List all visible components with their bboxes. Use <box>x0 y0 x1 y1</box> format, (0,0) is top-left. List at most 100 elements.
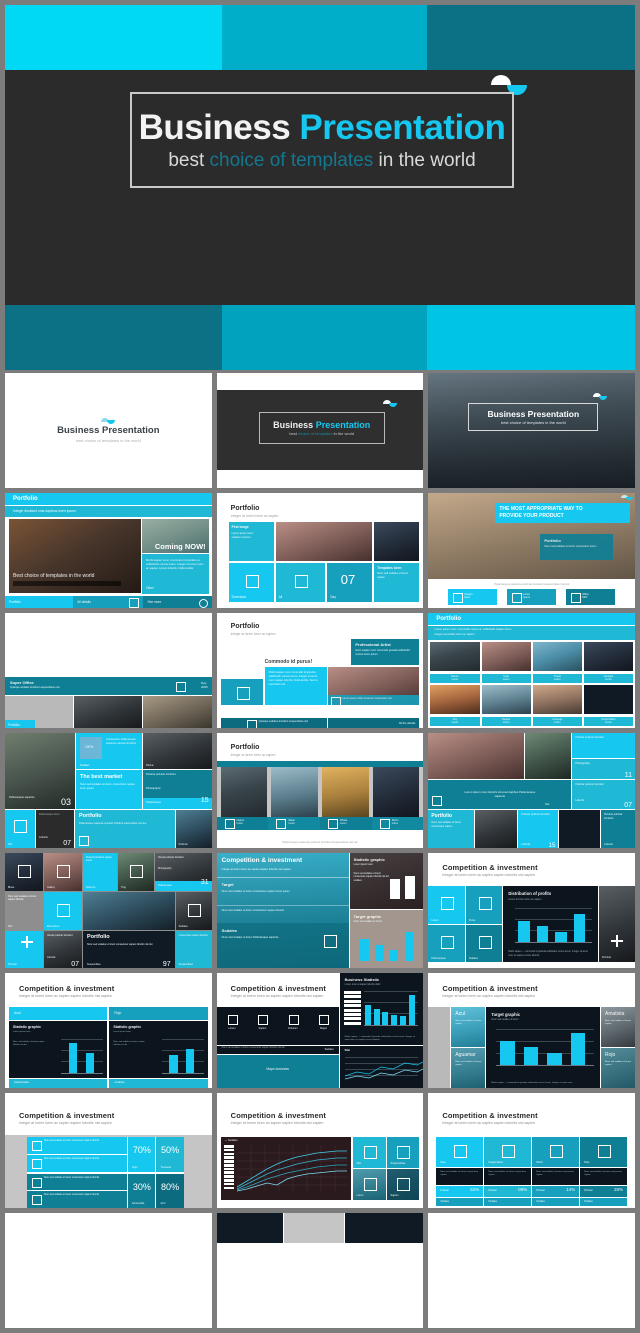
gallery-cell[interactable]: Style Loren <box>481 642 531 683</box>
slide-thumbnail[interactable]: Competition & investment Integer at lore… <box>5 1093 212 1208</box>
tile[interactable]: Lorem <box>217 1007 248 1045</box>
tile[interactable]: Suspendisse <box>386 1137 420 1168</box>
footer-button[interactable]: Loren ipsum <box>507 589 557 605</box>
slide-thumbnail[interactable]: THE MOST APPROPRIATE WAY TO PROVIDE YOUR… <box>428 493 636 608</box>
column-header[interactable]: Rojo <box>109 1007 208 1020</box>
tile[interactable]: Portfolio Nunc sed sodales ut lorem conse… <box>83 931 175 968</box>
tile[interactable]: Rojo Nunc sed sodales ut lorem sapien <box>601 1048 636 1088</box>
footer-button[interactable]: Design loren <box>448 589 498 605</box>
tile[interactable]: Nisi <box>352 1137 386 1168</box>
tile[interactable]: Vacuis pulvinar tincidunt Photography Pell… <box>155 853 212 891</box>
tile[interactable]: Azul Nunc sed sodales ut lorem sapien <box>451 1007 486 1047</box>
tile[interactable]: Aguamar Nunc sed sodales ut lorem sapien <box>451 1048 486 1088</box>
tile[interactable]: Nunc sed sodales ut lorem sapien loborti… <box>5 892 43 930</box>
gallery-cell[interactable]: People Loren <box>481 685 531 726</box>
slide-thumbnail[interactable]: Business Presentation best choice of tem… <box>216 373 424 488</box>
slide-thumbnail[interactable]: Portfolio Lorem ipsum nunc, commodo curs… <box>428 613 636 728</box>
slide-thumbnail[interactable]: Portfolio Integer at lorem loren ac sapi… <box>216 493 424 608</box>
tile[interactable]: First image Lorem ipsum loren sodales ut … <box>228 522 274 561</box>
column-head[interactable]: Morbi <box>532 1137 580 1167</box>
column-footer[interactable]: Amables <box>109 1079 208 1088</box>
tile[interactable]: Loren <box>352 1169 386 1200</box>
tile[interactable]: Pellentesque <box>428 924 465 962</box>
tile[interactable]: Templates loren Nunc sed sodales ut lorem… <box>374 563 420 602</box>
footer-right[interactable]: All the details <box>327 718 420 728</box>
slide-thumbnail[interactable]: Pulvinar pulvinar tincidunt Photography … <box>428 733 636 848</box>
tile[interactable]: Sodales <box>175 892 212 930</box>
slide-thumbnail[interactable]: Blues Gallery Pulvinar tincidunt sapien … <box>5 853 212 968</box>
gallery-cell[interactable]: Composition Loren <box>583 685 634 726</box>
slide-thumbnail[interactable]: Portfolio Integer tincidunt cras dapibus… <box>5 493 212 608</box>
add-tile[interactable]: Pulvinar <box>5 931 43 968</box>
tile[interactable]: 07 Day <box>327 563 373 602</box>
tile[interactable]: Pulvinar tincidunt sapien lorem Dolorum <box>83 853 117 891</box>
info-tile[interactable]: 100% Consectetur Pellentesque sapiente p… <box>76 733 142 769</box>
tile[interactable]: Elementum <box>44 892 82 930</box>
tile[interactable]: Download <box>228 563 274 602</box>
slide-thumbnail[interactable]: Competition & investment Integer at lore… <box>428 1093 636 1208</box>
tile[interactable]: Pulvinar pulvinar tincidunt Lobortis 07 <box>572 780 636 809</box>
slide-thumbnail[interactable]: Portfolio Integer at lorem loren ac sapi… <box>216 613 424 728</box>
footer-item[interactable]: All details <box>73 596 144 608</box>
slide-thumbnail[interactable]: Competition & investment Integer at lore… <box>428 973 636 1088</box>
tile[interactable]: All <box>275 563 326 602</box>
column-head[interactable]: Rojo <box>580 1137 628 1167</box>
tile[interactable]: Amatista Nunc sed sodales ut lorem sapien <box>601 1007 636 1047</box>
list-item[interactable]: Nunc sed sodales ut lorem consectetur sa… <box>27 1154 128 1172</box>
column-footer[interactable]: Apasionados <box>9 1079 108 1088</box>
slide-thumbnail[interactable]: Competition & investment Integer at lore… <box>216 973 424 1088</box>
slide-thumbnail[interactable]: Business Presentation best choice of tem… <box>5 373 212 488</box>
link-label[interactable]: Other <box>146 586 154 590</box>
card[interactable]: Portfolio Nunc sed sodales ut lorem cons… <box>428 810 475 848</box>
footer-item[interactable]: See more <box>143 596 212 608</box>
tile[interactable]: Sodales <box>465 924 503 962</box>
side-tile[interactable]: Pulvinar pulvinar tincidunt Photography … <box>143 770 212 809</box>
tile[interactable]: Lorem <box>428 886 465 924</box>
slide-thumbnail[interactable]: Competition & investment Integer at lore… <box>216 853 424 968</box>
gallery-cell[interactable]: Lifestyle Loren <box>583 642 634 683</box>
tile[interactable]: Pulvinar pulvinar tincidunt Lobortis 15 <box>518 810 559 848</box>
tile[interactable]: Sapien <box>247 1007 278 1045</box>
column-header[interactable]: Azul <box>9 1007 108 1020</box>
slide-thumbnail[interactable] <box>216 1213 424 1328</box>
column-head[interactable]: Suspendisse <box>484 1137 532 1167</box>
tile[interactable]: Vacuis pulvinar tincidunt Lobortis 07 <box>44 931 82 968</box>
caption-cell[interactable]: Water Loren <box>268 817 321 830</box>
tile[interactable]: Magni <box>308 1007 339 1045</box>
tile[interactable]: Dolorum <box>278 1007 309 1045</box>
slide-thumbnail[interactable]: Portfolio Integer at lorem loren ac sapi… <box>216 733 424 848</box>
tile[interactable]: Consectetur sapien lobortis Suspendisse <box>175 931 212 968</box>
tag-chip[interactable]: Portfolio <box>5 720 35 728</box>
tile[interactable]: Pellentesque loren Lobortis 07 <box>36 810 74 848</box>
tile[interactable]: Ting <box>118 853 154 891</box>
slide-thumbnail[interactable]: Competition & investment Integer at lore… <box>5 973 212 1088</box>
slide-thumbnail[interactable]: Pellentesque sapiente 03 100% Consectetu… <box>5 733 212 848</box>
tile[interactable]: Pulvinar pulvinar tincidunt <box>572 733 636 758</box>
gallery-cell[interactable]: City Loren <box>430 685 480 726</box>
gallery-cell[interactable]: Travel Loren <box>532 642 582 683</box>
column-head[interactable]: Rojo <box>436 1137 484 1167</box>
gallery-cell[interactable]: Concept Loren <box>532 685 582 726</box>
list-item[interactable]: Nunc sed sodales ut lorem consectetur sa… <box>27 1191 128 1208</box>
slide-thumbnail[interactable] <box>428 1213 636 1328</box>
tile[interactable]: Purus <box>465 886 503 924</box>
tile[interactable]: Blues <box>5 853 43 891</box>
tile[interactable]: Portfolio Pellentesque sapiente pulvinar … <box>75 810 175 848</box>
side-tile[interactable] <box>220 679 263 705</box>
slide-thumbnail[interactable]: Competition & investment Integer at lore… <box>216 1093 424 1208</box>
tile[interactable]: Gallery <box>44 853 82 891</box>
slide-thumbnail[interactable]: Competition & investment Integer at lore… <box>428 853 636 968</box>
slide-thumbnail[interactable]: Super Office Quisque sodales tincidunt s… <box>5 613 212 728</box>
caption-cell[interactable]: Wheat Loren <box>320 817 372 830</box>
slide-thumbnail[interactable]: Business Presentation best choice of tem… <box>428 373 636 488</box>
caption-cell[interactable]: Storm Loren <box>371 817 424 830</box>
list-item[interactable]: Nunc sed sodales ut lorem consectetur sa… <box>27 1137 128 1155</box>
card[interactable]: The best market Nunc sed sodales ut lore… <box>76 770 142 809</box>
footer-item[interactable]: Portfolio <box>5 596 74 608</box>
add-panel[interactable]: Pulvinar <box>599 886 636 962</box>
tile[interactable]: Photography 11 <box>572 759 636 779</box>
gallery-cell[interactable]: Nature Loren <box>430 642 480 683</box>
tile[interactable]: Nisi <box>5 810 35 848</box>
tile[interactable]: Sapien <box>386 1169 420 1200</box>
tile[interactable]: Pulvinar pulvinar tincidunt Lobortis <box>601 810 636 848</box>
